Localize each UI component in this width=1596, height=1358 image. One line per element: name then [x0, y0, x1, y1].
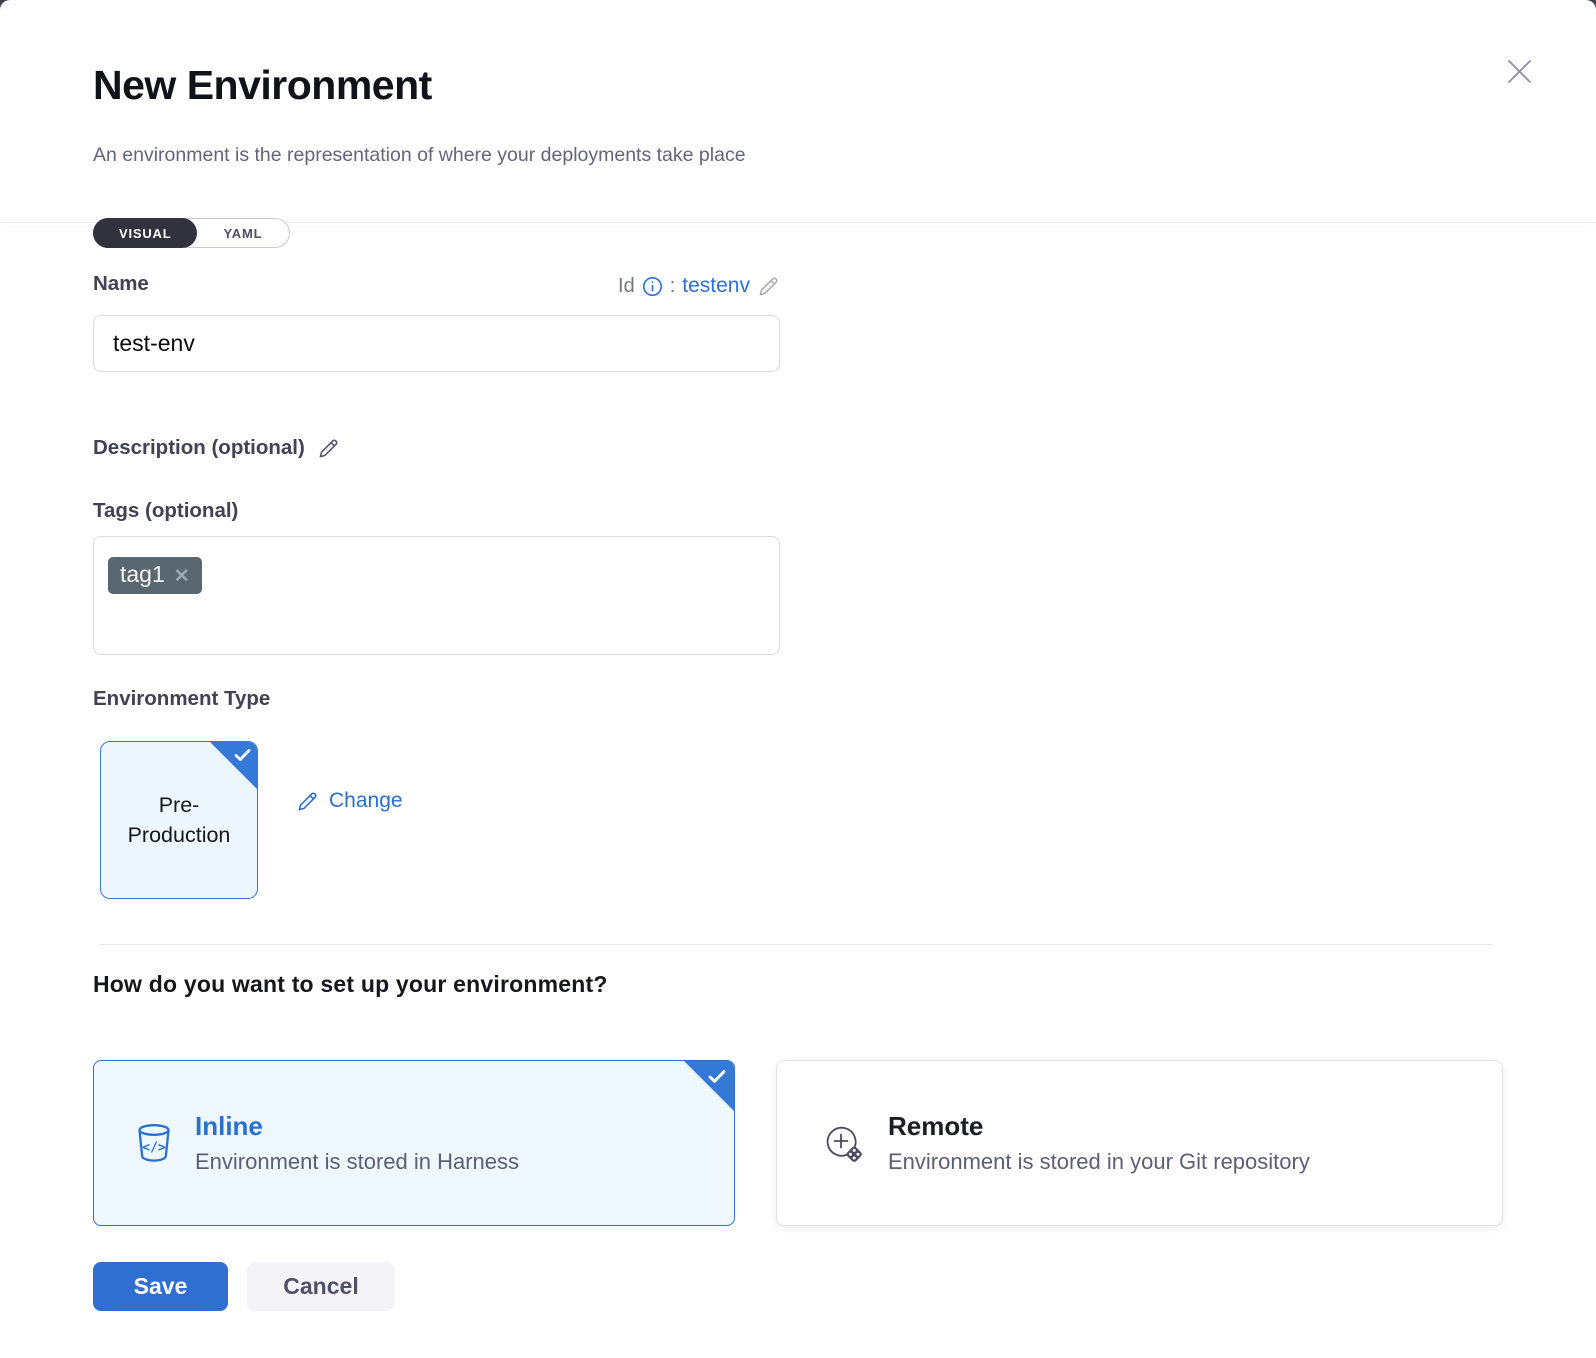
- save-button[interactable]: Save: [93, 1262, 228, 1311]
- name-input[interactable]: [93, 315, 780, 372]
- close-button[interactable]: [1498, 50, 1540, 92]
- tag-chip: tag1 ✕: [108, 557, 202, 594]
- tab-visual[interactable]: VISUAL: [93, 218, 197, 248]
- edit-icon: [296, 790, 319, 813]
- environment-type-label: Environment Type: [93, 687, 270, 711]
- description-label-row: Description (optional): [93, 436, 340, 460]
- option-text: Remote Environment is stored in your Git…: [888, 1111, 1310, 1175]
- change-environment-type-link[interactable]: Change: [296, 789, 403, 813]
- tab-yaml[interactable]: YAML: [196, 219, 289, 247]
- svg-text:</>: </>: [142, 1140, 166, 1155]
- change-link-label: Change: [329, 789, 403, 813]
- environment-type-card-preproduction[interactable]: Pre-Production: [100, 741, 258, 899]
- id-row: Id : testenv: [618, 271, 780, 301]
- check-icon: [708, 1069, 726, 1084]
- info-icon[interactable]: [642, 276, 663, 297]
- option-text: Inline Environment is stored in Harness: [195, 1111, 519, 1175]
- description-label: Description (optional): [93, 436, 305, 460]
- option-title: Remote: [888, 1111, 1310, 1142]
- inline-harness-icon: </>: [136, 1123, 172, 1164]
- option-description: Environment is stored in your Git reposi…: [888, 1149, 1310, 1175]
- dialog-subtitle: An environment is the representation of …: [93, 144, 746, 167]
- option-title: Inline: [195, 1111, 519, 1142]
- remote-git-icon: [821, 1121, 865, 1165]
- dialog-title: New Environment: [93, 62, 432, 109]
- tag-chip-label: tag1: [120, 561, 165, 588]
- tags-input[interactable]: tag1 ✕: [93, 536, 780, 655]
- cancel-button[interactable]: Cancel: [247, 1262, 395, 1311]
- environment-id-value[interactable]: testenv: [682, 274, 750, 298]
- check-icon: [234, 748, 251, 762]
- new-environment-dialog: New Environment An environment is the re…: [0, 0, 1596, 1358]
- edit-id-icon[interactable]: [757, 275, 780, 298]
- remove-tag-icon[interactable]: ✕: [174, 564, 190, 586]
- visual-yaml-toggle: VISUAL YAML: [93, 218, 290, 248]
- close-icon: [1506, 58, 1533, 85]
- section-divider: [100, 944, 1492, 945]
- tags-label: Tags (optional): [93, 499, 238, 523]
- setup-option-inline[interactable]: </> Inline Environment is stored in Harn…: [93, 1060, 735, 1226]
- setup-heading: How do you want to set up your environme…: [93, 971, 608, 998]
- edit-description-icon[interactable]: [317, 437, 340, 460]
- environment-type-value: Pre-Production: [121, 790, 237, 850]
- id-separator: :: [670, 275, 676, 298]
- id-label: Id: [618, 275, 635, 298]
- option-description: Environment is stored in Harness: [195, 1149, 519, 1175]
- setup-option-remote[interactable]: Remote Environment is stored in your Git…: [776, 1060, 1503, 1226]
- name-label: Name: [93, 272, 149, 296]
